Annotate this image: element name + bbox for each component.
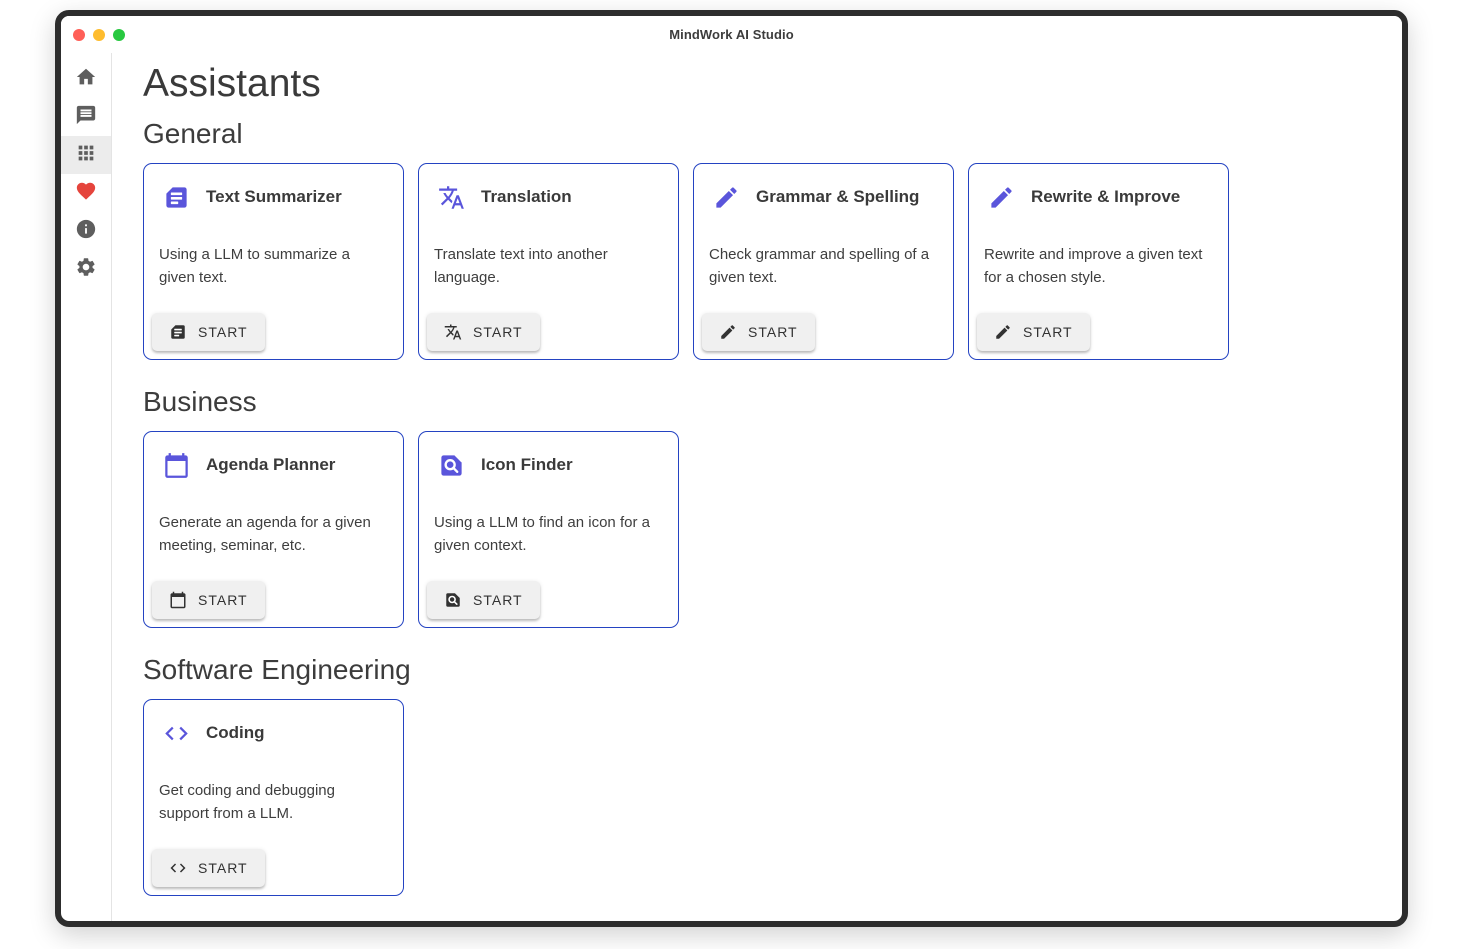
sidebar-item-home[interactable]	[61, 60, 111, 98]
start-icon-finder-button[interactable]: START	[427, 581, 540, 619]
card-description: Rewrite and improve a given text for a c…	[969, 244, 1228, 290]
chat-icon	[75, 104, 97, 131]
card-description: Generate an agenda for a given meeting, …	[144, 512, 403, 558]
apps-grid-icon	[75, 142, 97, 169]
pencil-icon	[713, 184, 740, 211]
start-agenda-planner-button[interactable]: START	[152, 581, 265, 619]
pencil-icon	[988, 184, 1015, 211]
sidebar-item-chats[interactable]	[61, 98, 111, 136]
card-description: Using a LLM to find an icon for a given …	[419, 512, 678, 558]
start-button-label: START	[198, 324, 248, 340]
section-heading-general: General	[143, 118, 1402, 150]
window-controls	[73, 29, 125, 41]
calendar-icon	[163, 452, 190, 479]
sidebar-item-about[interactable]	[61, 212, 111, 250]
card-coding: Coding Get coding and debugging support …	[143, 699, 404, 896]
start-grammar-spelling-button[interactable]: START	[702, 313, 815, 351]
card-title: Translation	[481, 187, 572, 207]
start-translation-button[interactable]: START	[427, 313, 540, 351]
card-title: Grammar & Spelling	[756, 187, 919, 207]
start-button-label: START	[198, 860, 248, 876]
start-button-label: START	[1023, 324, 1073, 340]
card-description: Get coding and debugging support from a …	[144, 780, 403, 826]
sidebar	[61, 53, 112, 921]
card-description: Using a LLM to summarize a given text.	[144, 244, 403, 290]
card-title: Agenda Planner	[206, 455, 335, 475]
card-title: Coding	[206, 723, 265, 743]
start-coding-button[interactable]: START	[152, 849, 265, 887]
card-icon-finder: Icon Finder Using a LLM to find an icon …	[418, 431, 679, 628]
titlebar: MindWork AI Studio	[61, 16, 1402, 53]
text-snippet-icon	[163, 184, 190, 211]
start-button-label: START	[198, 592, 248, 608]
sidebar-item-settings[interactable]	[61, 250, 111, 288]
translate-icon	[444, 323, 462, 341]
start-button-label: START	[473, 592, 523, 608]
text-snippet-icon	[169, 323, 187, 341]
pencil-icon	[719, 323, 737, 341]
info-icon	[75, 218, 97, 245]
section-heading-business: Business	[143, 386, 1402, 418]
icon-search-icon	[438, 452, 465, 479]
close-window-button[interactable]	[73, 29, 85, 41]
gear-icon	[75, 256, 97, 283]
icon-search-icon	[444, 591, 462, 609]
calendar-icon	[169, 591, 187, 609]
card-grammar-spelling: Grammar & Spelling Check grammar and spe…	[693, 163, 954, 360]
card-description: Check grammar and spelling of a given te…	[694, 244, 953, 290]
section-business: Business Agenda Planner Generate an agen…	[143, 386, 1402, 628]
start-button-label: START	[748, 324, 798, 340]
translate-icon	[438, 184, 465, 211]
card-title: Rewrite & Improve	[1031, 187, 1180, 207]
code-icon	[169, 859, 187, 877]
section-software-engineering: Software Engineering Coding Get coding a…	[143, 654, 1402, 896]
section-general: General Text Summarizer Using a LLM to s…	[143, 118, 1402, 360]
pencil-icon	[994, 323, 1012, 341]
maximize-window-button[interactable]	[113, 29, 125, 41]
start-button-label: START	[473, 324, 523, 340]
card-rewrite-improve: Rewrite & Improve Rewrite and improve a …	[968, 163, 1229, 360]
app-window: MindWork AI Studio Assistants	[55, 10, 1408, 927]
sidebar-item-assistants[interactable]	[61, 136, 111, 174]
sidebar-item-favorites[interactable]	[61, 174, 111, 212]
home-icon	[75, 66, 97, 93]
card-title: Text Summarizer	[206, 187, 342, 207]
card-title: Icon Finder	[481, 455, 573, 475]
start-text-summarizer-button[interactable]: START	[152, 313, 265, 351]
section-heading-software-engineering: Software Engineering	[143, 654, 1402, 686]
page-title: Assistants	[143, 61, 1402, 108]
minimize-window-button[interactable]	[93, 29, 105, 41]
code-icon	[163, 720, 190, 747]
card-agenda-planner: Agenda Planner Generate an agenda for a …	[143, 431, 404, 628]
main-content: Assistants General Text Summarizer Using…	[112, 53, 1402, 921]
card-text-summarizer: Text Summarizer Using a LLM to summarize…	[143, 163, 404, 360]
window-title: MindWork AI Studio	[669, 27, 794, 42]
heart-icon	[75, 180, 97, 207]
card-translation: Translation Translate text into another …	[418, 163, 679, 360]
card-description: Translate text into another language.	[419, 244, 678, 290]
start-rewrite-improve-button[interactable]: START	[977, 313, 1090, 351]
